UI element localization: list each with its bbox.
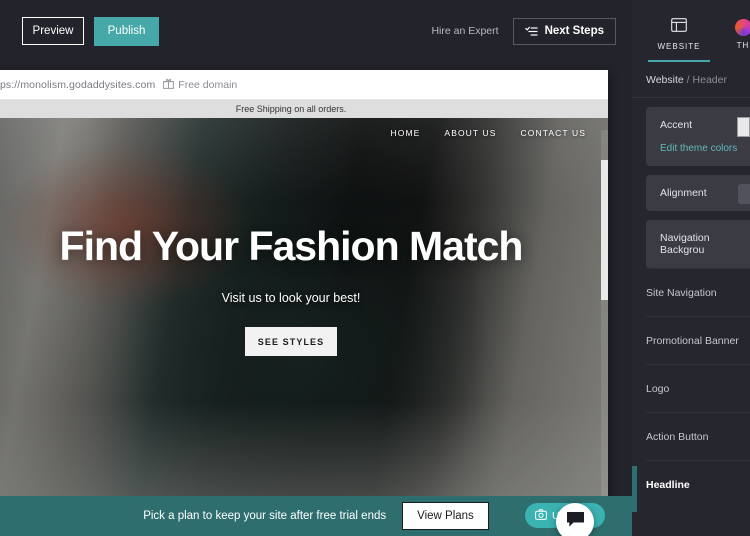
next-steps-label: Next Steps [544, 25, 604, 37]
navigation-background-label: Navigation Backgrou [660, 232, 710, 256]
free-domain-link[interactable]: Free domain [163, 78, 237, 92]
tab-website-label: WEBSITE [657, 41, 701, 51]
godaddy-website-builder: Preview Publish Hire an Expert Next Step… [0, 0, 750, 536]
sidebar-item-site-navigation[interactable]: Site Navigation [646, 268, 750, 316]
see-styles-button[interactable]: SEE STYLES [245, 327, 337, 356]
accent-color-swatch[interactable] [737, 117, 750, 137]
tab-theme-label: TH [736, 40, 750, 50]
theme-palette-icon [734, 18, 750, 36]
alignment-control[interactable] [738, 184, 750, 204]
hero-subheadline[interactable]: Visit us to look your best! [0, 291, 608, 305]
preview-url-bar: https://monolism.godaddysites.com Free d… [0, 70, 608, 100]
breadcrumb: Website / Header [632, 62, 750, 98]
browser-frame: https://monolism.godaddysites.com Free d… [0, 70, 608, 502]
accent-card: Accent Edit theme colors [646, 107, 750, 166]
alignment-card: Alignment [646, 175, 750, 211]
breadcrumb-current: Header [692, 74, 727, 86]
editor-top-bar: Preview Publish Hire an Expert Next Step… [0, 0, 632, 62]
site-url: https://monolism.godaddysites.com [0, 78, 156, 91]
top-bar-actions: Hire an Expert Next Steps [431, 17, 616, 45]
chat-widget-button[interactable] [556, 503, 594, 536]
sidebar-accent-bar [632, 466, 637, 512]
sidebar-item-logo[interactable]: Logo [646, 364, 750, 412]
gift-icon [163, 78, 175, 92]
promotional-banner[interactable]: Free Shipping on all orders. [0, 100, 608, 118]
free-domain-label: Free domain [178, 78, 238, 91]
checklist-icon [524, 26, 538, 37]
view-plans-button[interactable]: View Plans [402, 502, 489, 530]
rendered-website: Free Shipping on all orders. HOME ABOUT … [0, 100, 608, 502]
nav-item-contact-us[interactable]: CONTACT US [521, 128, 586, 138]
navigation-background-card: Navigation Backgrou [646, 220, 750, 268]
publish-button[interactable]: Publish [94, 16, 159, 46]
sidebar-item-promotional-banner[interactable]: Promotional Banner [646, 316, 750, 364]
chat-bubble-icon [566, 511, 585, 533]
tab-theme[interactable]: TH [726, 0, 750, 62]
hero-headline[interactable]: Find Your Fashion Match [0, 226, 608, 267]
sidebar-item-action-button[interactable]: Action Button [646, 412, 750, 460]
alignment-label: Alignment [660, 187, 707, 199]
breadcrumb-root[interactable]: Website [646, 74, 684, 86]
nav-item-home[interactable]: HOME [391, 128, 421, 138]
preview-button[interactable]: Preview [22, 17, 84, 45]
trial-banner-message: Pick a plan to keep your site after free… [143, 510, 387, 522]
hire-an-expert-link[interactable]: Hire an Expert [431, 25, 498, 37]
next-steps-button[interactable]: Next Steps [512, 17, 616, 45]
sidebar-tabs: WEBSITE TH [632, 0, 750, 62]
site-preview-pane: https://monolism.godaddysites.com Free d… [0, 62, 632, 536]
hero-section[interactable]: HOME ABOUT US CONTACT US Find Your Fashi… [0, 118, 608, 502]
website-icon [671, 17, 687, 37]
breadcrumb-separator: / [686, 74, 690, 86]
nav-item-about-us[interactable]: ABOUT US [444, 128, 496, 138]
hero-content: Find Your Fashion Match Visit us to look… [0, 226, 608, 356]
edit-theme-colors-link[interactable]: Edit theme colors [660, 143, 750, 154]
tab-website[interactable]: WEBSITE [632, 0, 726, 62]
camera-icon [535, 508, 547, 523]
sidebar-item-headline[interactable]: Headline [646, 460, 750, 508]
editor-sidebar: WEBSITE TH Website / Header Accent Edit … [632, 0, 750, 536]
site-navigation: HOME ABOUT US CONTACT US [391, 128, 586, 138]
